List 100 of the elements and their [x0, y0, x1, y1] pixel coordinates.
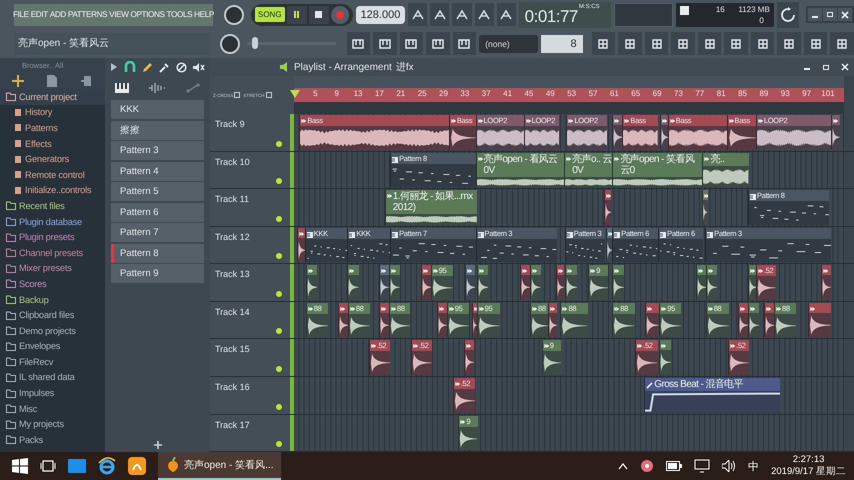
clip-label: 亮声o.. 云0V	[572, 154, 612, 176]
browser-item[interactable]: Impulses	[0, 385, 105, 401]
pattern-item[interactable]: Pattern 7	[111, 223, 204, 242]
cpu-readout: 0	[759, 16, 764, 24]
bar-number: 41	[503, 89, 512, 98]
browser-item[interactable]: My projects	[0, 416, 105, 432]
browser-item[interactable]: IL shared data	[0, 370, 105, 386]
track-name: Track 17	[215, 420, 250, 430]
pattern-item[interactable]: Pattern 8	[111, 244, 204, 262]
taskbar-clock[interactable]: 2:27:13 2019/9/17 星期二	[771, 454, 846, 478]
pattern-item[interactable]: 擦擦	[111, 120, 204, 140]
audio-clip[interactable]: 亮..	[702, 152, 749, 188]
pattern-item[interactable]: KKK	[111, 100, 204, 119]
bar-number: 93	[780, 89, 790, 98]
menu-item[interactable]: FILE	[12, 10, 30, 19]
browser-item[interactable]: Plugin presets	[0, 229, 105, 245]
browser-item[interactable]: Channel presets	[0, 244, 105, 261]
menu-item[interactable]: VIEW	[108, 10, 130, 19]
browser-item[interactable]: Patterns	[0, 120, 105, 136]
bar-number: 65	[631, 89, 640, 98]
clip-label: 亮声open - 笑看风云0	[620, 154, 696, 176]
breadcrumb-link[interactable]: 进fx	[396, 60, 414, 74]
track-header[interactable]: Track 9	[210, 114, 290, 151]
bar-number: 61	[610, 89, 619, 98]
browser-item[interactable]: Recent files	[0, 198, 105, 214]
clock-time: 2:27:13	[792, 454, 824, 466]
bar-number: 97	[802, 89, 812, 98]
hint-text: 亮声open - 笑看风云	[18, 36, 110, 50]
bar-number: 13	[354, 89, 363, 98]
track-name: Track 11	[215, 194, 250, 204]
browser-item[interactable]: Scores	[0, 276, 105, 292]
bar-number: 53	[567, 89, 576, 98]
track-header[interactable]: Track 15	[210, 339, 290, 376]
menu-item[interactable]: HELP	[193, 10, 215, 19]
clip-label: 亮声open - 看风云0V	[484, 154, 558, 176]
track-header[interactable]: Track 10	[210, 152, 290, 188]
menu-item[interactable]: ADD	[48, 10, 67, 19]
bar-number: 5	[313, 89, 318, 98]
bar-number: 101	[821, 89, 835, 98]
bar-number: 57	[588, 89, 598, 98]
track-name: Track 12	[215, 232, 250, 242]
bar-number: 45	[524, 89, 534, 98]
bar-number: 77	[695, 89, 704, 98]
bar-number: 9	[334, 89, 339, 98]
track-header[interactable]: Track 13	[210, 264, 290, 301]
bar-number: 73	[674, 89, 683, 98]
input-method-indicator[interactable]: 中	[748, 458, 760, 474]
browser-item[interactable]: Backup	[0, 292, 105, 308]
clock-date: 2019/9/17 星期二	[771, 466, 846, 478]
pattern-item[interactable]: Pattern 4	[111, 162, 204, 180]
track-header[interactable]: Track 16	[210, 376, 290, 414]
browser-item[interactable]: Mixer presets	[0, 260, 105, 276]
bar-number: 85	[738, 89, 747, 98]
browser-item[interactable]: Remote control	[0, 166, 105, 183]
track-header[interactable]: Track 14	[210, 302, 290, 338]
browser-item[interactable]: Effects	[0, 136, 105, 152]
automation-clip[interactable]: Gross Beat - 混音电平	[644, 378, 780, 412]
browser-item[interactable]: Clipboard files	[0, 307, 105, 323]
browser-item[interactable]: FileRecv	[0, 354, 105, 370]
tempo-field[interactable]: 128.000	[356, 6, 406, 24]
menu-item[interactable]: PATTERNS	[66, 10, 108, 19]
memory-readout: 1123 MB	[738, 4, 770, 14]
song-mode-button[interactable]: SONG	[255, 7, 285, 22]
pattern-item[interactable]: Pattern 3	[111, 141, 204, 160]
browser-item[interactable]: Initialize..controls	[0, 182, 105, 198]
browser-item[interactable]: Generators	[0, 151, 105, 167]
audio-clip[interactable]: 亮声open - 笑看风云0	[612, 152, 704, 188]
track-name: Track 13	[215, 269, 250, 280]
menu-item[interactable]: EDIT	[30, 10, 49, 19]
bar-number: 49	[546, 89, 555, 98]
track-name: Track 14	[215, 306, 250, 317]
bar-number: 21	[396, 89, 406, 98]
pattern-item[interactable]: Pattern 9	[111, 264, 204, 283]
track-header[interactable]: Track 11	[210, 189, 290, 226]
browser-item[interactable]: Current project	[0, 89, 105, 105]
browser-item[interactable]: History	[0, 104, 105, 120]
browser-item[interactable]: Plugin database	[0, 214, 105, 230]
browser-item[interactable]: Misc	[0, 400, 105, 416]
taskbar-app-button[interactable]: 亮声open - 笑看风...	[158, 452, 282, 480]
clip-label: Gross Beat - 混音电平	[654, 378, 743, 390]
time-readout: 0:01:77	[524, 6, 578, 28]
track-header[interactable]: Track 12	[210, 226, 290, 264]
menu-item[interactable]: TOOLS	[166, 10, 194, 19]
audio-clip[interactable]: 亮声o.. 云0V	[564, 152, 614, 188]
audio-clip[interactable]: 1.何丽龙 - 如果...mx 2012)	[384, 190, 477, 225]
track-header[interactable]: Track 17	[210, 414, 290, 452]
pattern-item[interactable]: Pattern 6	[111, 202, 204, 222]
snap-field[interactable]: 8	[541, 34, 583, 52]
preset-dropdown[interactable]: (none)	[479, 34, 538, 52]
track-name: Track 15	[215, 344, 250, 354]
browser-item[interactable]: Packs	[0, 432, 105, 448]
menu-item[interactable]: OPTIONS	[130, 10, 166, 19]
track-name: Track 10	[215, 156, 250, 167]
pattern-item[interactable]: Pattern 5	[111, 182, 204, 201]
bar-number: 89	[759, 89, 768, 98]
browser-item[interactable]: Demo projects	[0, 322, 105, 338]
browser-item[interactable]: Envelopes	[0, 338, 105, 354]
polyphony-readout: 16	[716, 4, 725, 14]
audio-clip[interactable]: 亮声open - 看风云0V	[476, 152, 566, 188]
bar-number: 29	[439, 89, 448, 98]
